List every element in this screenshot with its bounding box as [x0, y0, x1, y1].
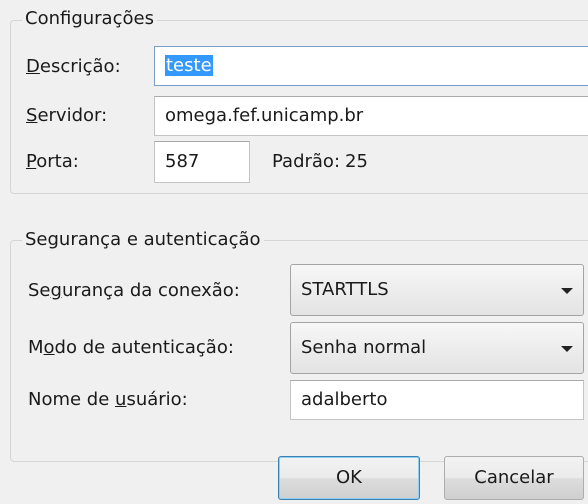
- default-port-value: 25: [345, 151, 368, 172]
- username-value: adalberto: [301, 389, 388, 410]
- port-label: Porta:: [26, 150, 79, 174]
- username-mnemonic: u: [115, 389, 127, 410]
- server-mnemonic: S: [26, 105, 38, 126]
- username-input[interactable]: adalberto: [290, 380, 584, 420]
- port-mnemonic: P: [26, 151, 37, 172]
- connection-security-label-post: urança da conexão:: [61, 280, 240, 301]
- auth-method-label-pre: M: [28, 337, 44, 358]
- connection-security-mnemonic: g: [50, 280, 62, 301]
- username-label: Nome de usuário:: [28, 388, 188, 412]
- connection-security-label: Segurança da conexão:: [28, 279, 240, 303]
- description-value: teste: [165, 55, 213, 76]
- server-input[interactable]: omega.fef.unicamp.br: [154, 96, 588, 136]
- username-label-pre: Nome de: [28, 389, 116, 410]
- auth-method-label: Modo de autenticação:: [28, 336, 234, 360]
- port-input[interactable]: 587: [154, 141, 250, 183]
- port-value: 587: [165, 151, 200, 172]
- server-settings-title: Configurações: [22, 8, 157, 30]
- description-mnemonic: D: [26, 56, 40, 77]
- username-label-post: suário:: [126, 389, 188, 410]
- chevron-down-icon: [561, 288, 573, 294]
- description-input[interactable]: teste: [154, 46, 588, 86]
- description-label: Descrição:: [26, 55, 121, 79]
- chevron-down-icon: [561, 346, 573, 352]
- security-group-title: Segurança e autenticação: [22, 229, 264, 251]
- auth-method-value: Senha normal: [301, 337, 427, 358]
- port-label-text: orta:: [36, 151, 79, 172]
- connection-security-select[interactable]: STARTTLS: [290, 264, 584, 316]
- auth-method-label-post: do de autenticação:: [54, 337, 234, 358]
- server-label-text: ervidor:: [37, 105, 108, 126]
- default-port-label: Padrão:: [272, 151, 341, 172]
- connection-security-value: STARTTLS: [301, 279, 389, 300]
- auth-method-select[interactable]: Senha normal: [290, 322, 584, 374]
- connection-security-label-pre: Se: [28, 280, 51, 301]
- server-value: omega.fef.unicamp.br: [165, 105, 364, 126]
- description-label-text: escrição:: [39, 56, 121, 77]
- cancel-button[interactable]: Cancelar: [444, 456, 584, 500]
- ok-button[interactable]: OK: [278, 456, 420, 500]
- server-label: Servidor:: [26, 104, 107, 128]
- auth-method-mnemonic: o: [43, 337, 55, 358]
